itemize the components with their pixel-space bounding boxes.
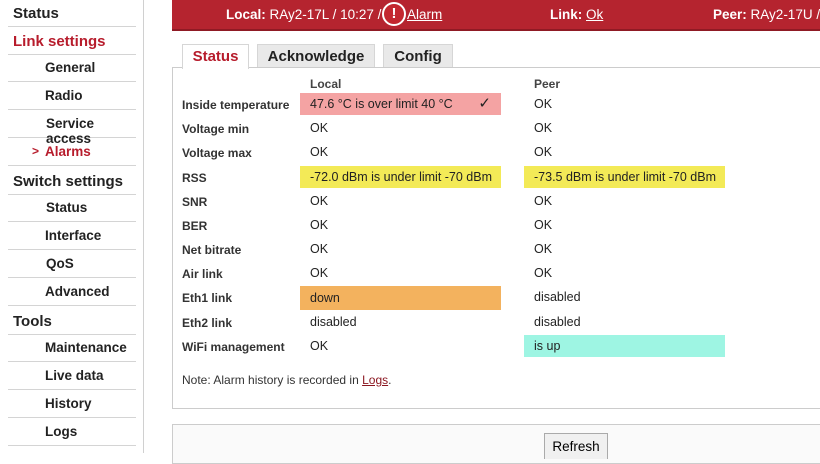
sidebar-item-label: Live data — [45, 368, 104, 383]
row-label: Net bitrate — [182, 243, 242, 257]
local-value-cell: OK — [310, 339, 329, 353]
sidebar-item-switch-status[interactable]: Status — [8, 195, 136, 222]
local-value-cell: OK — [310, 121, 329, 135]
row-label: Eth1 link — [182, 291, 233, 305]
sidebar-section-link-settings[interactable]: Link settings — [13, 33, 106, 50]
note-text: Note: Alarm history is recorded in — [182, 373, 359, 387]
header-peer: Peer: RAy2-17U / — [713, 7, 820, 22]
tab-config[interactable]: Config — [383, 44, 453, 68]
peer-value-cell: OK — [534, 194, 553, 208]
sidebar-item-qos[interactable]: QoS — [8, 251, 136, 278]
alarm-history-note: Note: Alarm history is recorded in Logs. — [182, 373, 391, 387]
local-value-cell: down — [300, 286, 501, 310]
row-label: Voltage min — [182, 122, 250, 136]
sidebar-item-label: QoS — [46, 256, 74, 271]
sidebar-item-interface[interactable]: Interface — [8, 223, 136, 250]
sidebar-item-label: Logs — [45, 424, 78, 439]
row-label: WiFi management — [182, 340, 285, 354]
tab-acknowledge[interactable]: Acknowledge — [257, 44, 375, 68]
local-value-cell: OK — [310, 218, 329, 232]
sidebar-section-tools[interactable]: Tools — [13, 313, 52, 330]
sidebar-item-logs[interactable]: Logs — [8, 419, 136, 446]
local-value-cell: OK — [310, 242, 329, 256]
refresh-button[interactable]: Refresh — [544, 433, 608, 459]
peer-value-cell: OK — [534, 97, 553, 111]
header-link-label: Link: — [550, 7, 583, 22]
header-local-label: Local: — [226, 7, 266, 22]
sidebar-item-label: History — [45, 396, 92, 411]
active-chevron-icon: > — [32, 144, 40, 158]
sidebar-item-label: Status — [46, 200, 88, 215]
local-value-cell: disabled — [310, 315, 357, 329]
note-suffix: . — [388, 373, 392, 387]
sidebar-section-status[interactable]: Status — [13, 5, 59, 22]
header-link-value[interactable]: Ok — [586, 7, 603, 22]
sidebar-item-general[interactable]: General — [8, 55, 136, 82]
sidebar-item-label: Advanced — [45, 284, 110, 299]
peer-value-cell: disabled — [534, 315, 581, 329]
column-header-local: Local — [310, 77, 342, 91]
row-label: Eth2 link — [182, 316, 233, 330]
sidebar-item-label: General — [45, 60, 96, 75]
local-value-cell: -72.0 dBm is under limit -70 dBm — [300, 166, 501, 188]
alarm-icon[interactable]: ! — [382, 2, 406, 26]
header-peer-value: RAy2-17U / — [750, 7, 820, 22]
local-value-text: 47.6 °C is over limit 40 °C — [310, 97, 453, 111]
header-local-value: RAy2-17L / 10:27 / — [269, 7, 382, 22]
peer-value-cell: OK — [534, 218, 553, 232]
sidebar-item-maintenance[interactable]: Maintenance — [8, 335, 136, 362]
local-value-cell: OK — [310, 194, 329, 208]
peer-value-cell: is up — [524, 335, 725, 357]
header-local: Local: RAy2-17L / 10:27 / — [226, 7, 381, 22]
sidebar-item-history[interactable]: History — [8, 391, 136, 418]
peer-value-cell: OK — [534, 121, 553, 135]
sidebar-section-switch-settings[interactable]: Switch settings — [13, 173, 123, 190]
sidebar-item-label: Alarms — [45, 144, 91, 159]
row-label: RSS — [182, 171, 207, 185]
sidebar-divider — [8, 26, 136, 27]
local-value-cell: OK — [310, 145, 329, 159]
row-label: Inside temperature — [182, 98, 290, 112]
tab-status[interactable]: Status — [182, 44, 249, 69]
acknowledge-check-icon[interactable]: ✓ — [478, 93, 491, 115]
header-link-status: Link: Ok — [550, 7, 603, 22]
sidebar-item-alarms[interactable]: > Alarms — [8, 139, 136, 166]
row-label: Air link — [182, 267, 223, 281]
row-label: Voltage max — [182, 146, 252, 160]
local-value-cell: 47.6 °C is over limit 40 °C ✓ — [300, 93, 501, 115]
sidebar-item-label: Maintenance — [45, 340, 127, 355]
row-label: SNR — [182, 195, 208, 209]
header-peer-label: Peer: — [713, 7, 747, 22]
local-value-cell: OK — [310, 266, 329, 280]
peer-value-cell: OK — [534, 266, 553, 280]
row-label: BER — [182, 219, 208, 233]
peer-value-cell: disabled — [534, 290, 581, 304]
sidebar-item-advanced[interactable]: Advanced — [8, 279, 136, 306]
sidebar-item-radio[interactable]: Radio — [8, 83, 136, 110]
sidebar: Status Link settings General Radio Servi… — [0, 0, 144, 453]
footer-panel — [172, 424, 820, 464]
logs-link[interactable]: Logs — [362, 373, 388, 387]
peer-value-cell: OK — [534, 242, 553, 256]
sidebar-item-service-access[interactable]: Service access — [8, 111, 136, 146]
peer-value-cell: OK — [534, 145, 553, 159]
sidebar-item-live-data[interactable]: Live data — [8, 363, 136, 390]
column-header-peer: Peer — [534, 77, 561, 91]
status-header-bar: Local: RAy2-17L / 10:27 / ! Alarm Link: … — [172, 0, 820, 31]
sidebar-item-label: Radio — [45, 88, 83, 103]
sidebar-item-label: Interface — [45, 228, 102, 243]
peer-value-cell: -73.5 dBm is under limit -70 dBm — [524, 166, 725, 188]
header-alarm-link[interactable]: Alarm — [407, 7, 442, 22]
